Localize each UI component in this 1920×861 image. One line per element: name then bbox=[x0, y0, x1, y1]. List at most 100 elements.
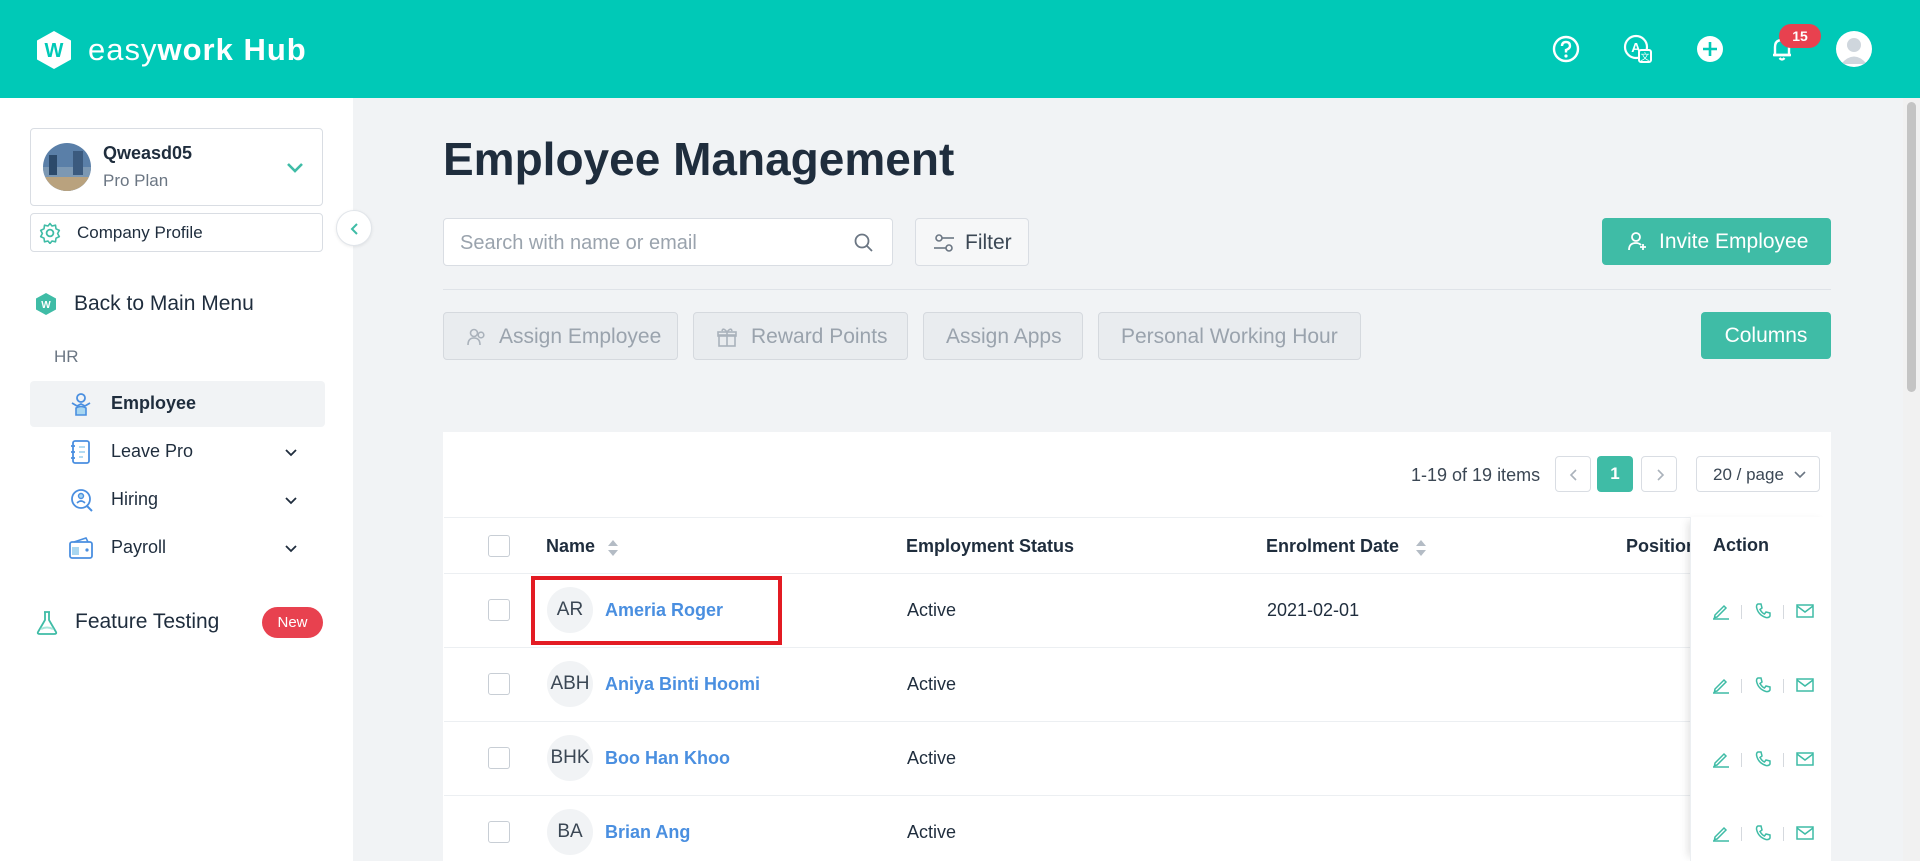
back-hexagon-icon: W bbox=[36, 293, 56, 315]
sidebar-item-payroll[interactable]: Payroll bbox=[30, 525, 325, 571]
invite-employee-label: Invite Employee bbox=[1659, 230, 1809, 253]
sidebar-item-label: Employee bbox=[111, 393, 197, 413]
brand-name: easywork Hub bbox=[88, 32, 307, 67]
employment-status: Active bbox=[907, 600, 957, 620]
employee-icon bbox=[71, 393, 91, 416]
page-size-select[interactable]: 20 / page bbox=[1696, 456, 1820, 492]
personal-working-hour-label: Personal Working Hour bbox=[1121, 325, 1338, 348]
select-all-checkbox[interactable] bbox=[488, 535, 510, 557]
mail-icon[interactable] bbox=[1795, 675, 1815, 695]
phone-icon[interactable] bbox=[1753, 601, 1773, 621]
edit-pencil-icon[interactable] bbox=[1711, 675, 1731, 695]
sort-arrows-icon[interactable] bbox=[1415, 539, 1427, 557]
mail-icon[interactable] bbox=[1795, 823, 1815, 843]
prev-page-button[interactable] bbox=[1555, 456, 1591, 492]
help-icon[interactable] bbox=[1551, 34, 1581, 64]
filter-button[interactable]: Filter bbox=[915, 218, 1029, 266]
assign-apps-button[interactable]: Assign Apps bbox=[923, 312, 1083, 360]
columns-button[interactable]: Columns bbox=[1701, 312, 1831, 359]
row-checkbox[interactable] bbox=[488, 599, 510, 621]
row-checkbox[interactable] bbox=[488, 673, 510, 695]
employee-avatar: ABH bbox=[547, 661, 593, 707]
edit-pencil-icon[interactable] bbox=[1711, 823, 1731, 843]
chevron-down-icon[interactable] bbox=[283, 155, 307, 179]
mail-icon[interactable] bbox=[1795, 749, 1815, 769]
user-avatar[interactable] bbox=[1836, 31, 1872, 67]
section-label-hr: HR bbox=[54, 347, 79, 366]
new-badge: New bbox=[262, 607, 323, 638]
table-row[interactable]: BA Brian Ang Active bbox=[444, 796, 1830, 861]
translate-icon[interactable]: A 文 bbox=[1623, 34, 1653, 64]
logo-hexagon-icon: W bbox=[37, 31, 71, 69]
chevron-down-icon bbox=[1794, 471, 1806, 479]
notification-count-badge: 15 bbox=[1779, 24, 1821, 48]
back-to-main-menu[interactable]: W Back to Main Menu bbox=[34, 292, 254, 316]
page-number-current[interactable]: 1 bbox=[1597, 456, 1633, 492]
scrollbar-thumb[interactable] bbox=[1907, 102, 1916, 392]
company-profile-label: Company Profile bbox=[77, 223, 203, 242]
app-logo[interactable]: W easywork Hub bbox=[34, 30, 307, 70]
table-row[interactable]: BHK Boo Han Khoo Active bbox=[444, 722, 1830, 796]
action-separator bbox=[1741, 679, 1742, 693]
row-actions bbox=[1711, 749, 1821, 771]
sidebar-collapse-button[interactable] bbox=[336, 210, 372, 246]
row-checkbox[interactable] bbox=[488, 747, 510, 769]
table-row[interactable]: ABH Aniya Binti Hoomi Active bbox=[444, 648, 1830, 722]
feature-testing-item[interactable]: Feature Testing New bbox=[30, 602, 325, 642]
employee-name-link[interactable]: Brian Ang bbox=[605, 822, 690, 843]
chevron-right-icon bbox=[1657, 469, 1665, 481]
top-header: W easywork Hub A 文 15 bbox=[0, 0, 1920, 98]
sidebar-item-label: Hiring bbox=[111, 489, 159, 509]
enrolment-date: 2021-02-01 bbox=[1267, 600, 1360, 620]
workspace-avatar bbox=[43, 143, 91, 191]
column-header-enrolment-date[interactable]: Enrolment Date bbox=[1266, 536, 1399, 557]
workspace-switcher[interactable]: Qweasd05 Pro Plan bbox=[30, 128, 323, 206]
workspace-plan: Pro Plan bbox=[103, 171, 169, 190]
sidebar-item-label: Leave Pro bbox=[111, 441, 194, 461]
page-scrollbar[interactable] bbox=[1903, 98, 1920, 861]
column-header-employment-status[interactable]: Employment Status bbox=[906, 536, 1074, 557]
employee-name-link[interactable]: Aniya Binti Hoomi bbox=[605, 674, 760, 695]
personal-working-hour-button[interactable]: Personal Working Hour bbox=[1098, 312, 1361, 360]
row-actions bbox=[1711, 675, 1821, 697]
sidebar-item-employee[interactable]: Employee bbox=[30, 381, 325, 427]
reward-points-button[interactable]: Reward Points bbox=[693, 312, 908, 360]
column-header-position[interactable]: Position bbox=[1626, 536, 1697, 557]
employee-name-link[interactable]: Ameria Roger bbox=[605, 600, 723, 621]
employee-avatar: BHK bbox=[547, 735, 593, 781]
sidebar-item-hiring[interactable]: Hiring bbox=[30, 477, 325, 523]
row-checkbox[interactable] bbox=[488, 821, 510, 843]
edit-pencil-icon[interactable] bbox=[1711, 749, 1731, 769]
chevron-down-icon bbox=[285, 497, 297, 505]
phone-icon[interactable] bbox=[1753, 675, 1773, 695]
company-profile-button[interactable]: Company Profile bbox=[30, 213, 323, 252]
sidebar-item-leave-pro[interactable]: Leave Pro bbox=[30, 429, 325, 475]
toolbar-divider bbox=[443, 289, 1831, 290]
search-input[interactable] bbox=[460, 229, 840, 257]
assign-employee-button[interactable]: Assign Employee bbox=[443, 312, 678, 360]
action-separator bbox=[1741, 605, 1742, 619]
table-row[interactable]: AR Ameria Roger Active 2021-02-01 bbox=[444, 574, 1830, 648]
sort-arrows-icon[interactable] bbox=[607, 539, 619, 557]
row-actions bbox=[1711, 823, 1821, 845]
phone-icon[interactable] bbox=[1753, 823, 1773, 843]
gift-icon bbox=[717, 328, 737, 347]
search-icon[interactable] bbox=[852, 231, 876, 255]
page-title: Employee Management bbox=[443, 133, 955, 185]
action-separator bbox=[1783, 753, 1784, 767]
edit-pencil-icon[interactable] bbox=[1711, 601, 1731, 621]
column-header-name[interactable]: Name bbox=[546, 536, 595, 557]
flask-icon bbox=[36, 611, 58, 635]
sidebar-item-label: Payroll bbox=[111, 537, 167, 557]
phone-icon[interactable] bbox=[1753, 749, 1773, 769]
mail-icon[interactable] bbox=[1795, 601, 1815, 621]
employee-name-link[interactable]: Boo Han Khoo bbox=[605, 748, 730, 769]
assign-users-icon bbox=[467, 328, 485, 346]
svg-text:文: 文 bbox=[1640, 51, 1649, 62]
employment-status: Active bbox=[907, 822, 957, 842]
table-header: Name Employment Status Enrolment Date Po… bbox=[444, 517, 1830, 574]
add-circle-icon[interactable] bbox=[1695, 34, 1725, 64]
back-to-main-label: Back to Main Menu bbox=[74, 292, 254, 315]
next-page-button[interactable] bbox=[1641, 456, 1677, 492]
invite-employee-button[interactable]: Invite Employee bbox=[1602, 218, 1831, 265]
